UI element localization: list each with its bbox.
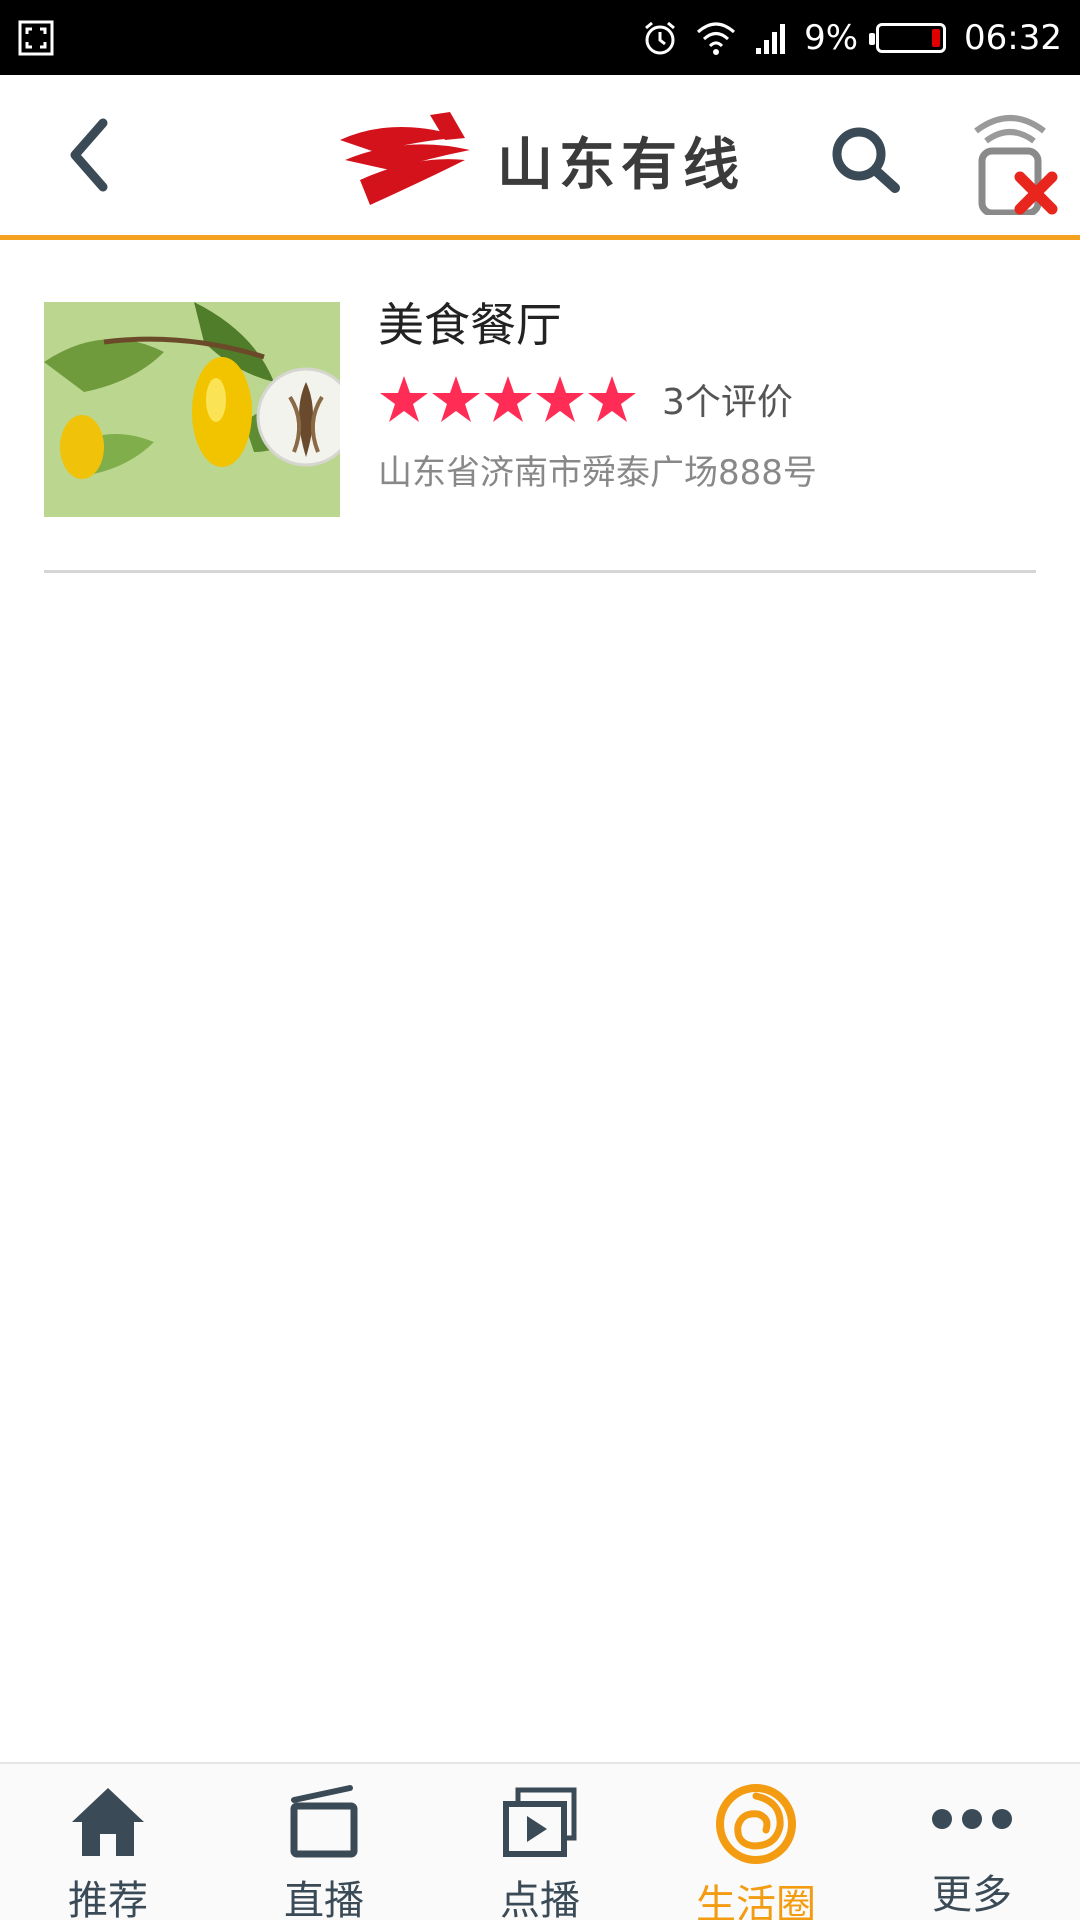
listing-list: 美食餐厅 3个评价 山东省济南市舜泰广场888号 <box>0 245 1080 573</box>
back-button[interactable] <box>50 115 130 195</box>
nav-item-live[interactable]: 直播 <box>216 1764 432 1920</box>
home-icon <box>72 1788 144 1856</box>
star-icon <box>588 376 636 422</box>
logo-mark-icon <box>340 112 470 205</box>
list-item[interactable]: 美食餐厅 3个评价 山东省济南市舜泰广场888号 <box>44 245 1036 573</box>
chevron-left-icon <box>70 118 108 192</box>
clock: 06:32 <box>964 17 1062 58</box>
listing-address: 山东省济南市舜泰广场888号 <box>378 453 817 493</box>
search-button[interactable] <box>820 115 910 205</box>
logo-text: 山东有线 <box>497 132 745 198</box>
circle-life-icon <box>716 1784 796 1864</box>
remote-disconnected-icon <box>974 115 1058 217</box>
bottom-nav: 推荐 直播 点播 生活圈 更多 <box>0 1762 1080 1920</box>
star-icon <box>484 376 532 422</box>
nav-label: 生活圈 <box>696 1882 816 1920</box>
app-header: 山东有线 <box>0 75 1080 240</box>
app-logo: 山东有线 <box>335 105 745 215</box>
star-icon <box>380 376 428 422</box>
battery-percent: 9% <box>804 17 859 58</box>
alarm-icon <box>645 21 676 54</box>
tv-icon <box>290 1785 358 1858</box>
nav-item-recommend[interactable]: 推荐 <box>0 1764 216 1920</box>
nav-label: 直播 <box>284 1878 364 1920</box>
search-icon <box>832 127 900 193</box>
signal-icon <box>756 23 786 54</box>
reviews-count: 3个评价 <box>662 382 793 423</box>
wifi-icon <box>697 22 736 55</box>
fruit-photo-icon <box>44 302 340 517</box>
remote-disconnected-button[interactable] <box>960 105 1060 217</box>
rating-row: 3个评价 <box>378 369 1036 429</box>
status-bar: 9% 06:32 <box>0 0 1080 75</box>
listing-title: 美食餐厅 <box>378 298 562 352</box>
screenshot-icon <box>18 20 54 56</box>
nav-label: 推荐 <box>68 1878 148 1920</box>
play-icon <box>503 1787 577 1857</box>
nav-label: 更多 <box>932 1872 1012 1918</box>
nav-label: 点播 <box>500 1878 580 1920</box>
more-icon <box>932 1809 1012 1829</box>
nav-item-life-circle[interactable]: 生活圈 <box>648 1764 864 1920</box>
listing-thumbnail <box>44 302 340 517</box>
nav-item-vod[interactable]: 点播 <box>432 1764 648 1920</box>
star-icon <box>432 376 480 422</box>
battery-icon <box>869 22 947 53</box>
star-icon <box>536 376 584 422</box>
listing-info: 美食餐厅 3个评价 山东省济南市舜泰广场888号 <box>378 295 1036 494</box>
nav-item-more[interactable]: 更多 <box>864 1764 1080 1920</box>
